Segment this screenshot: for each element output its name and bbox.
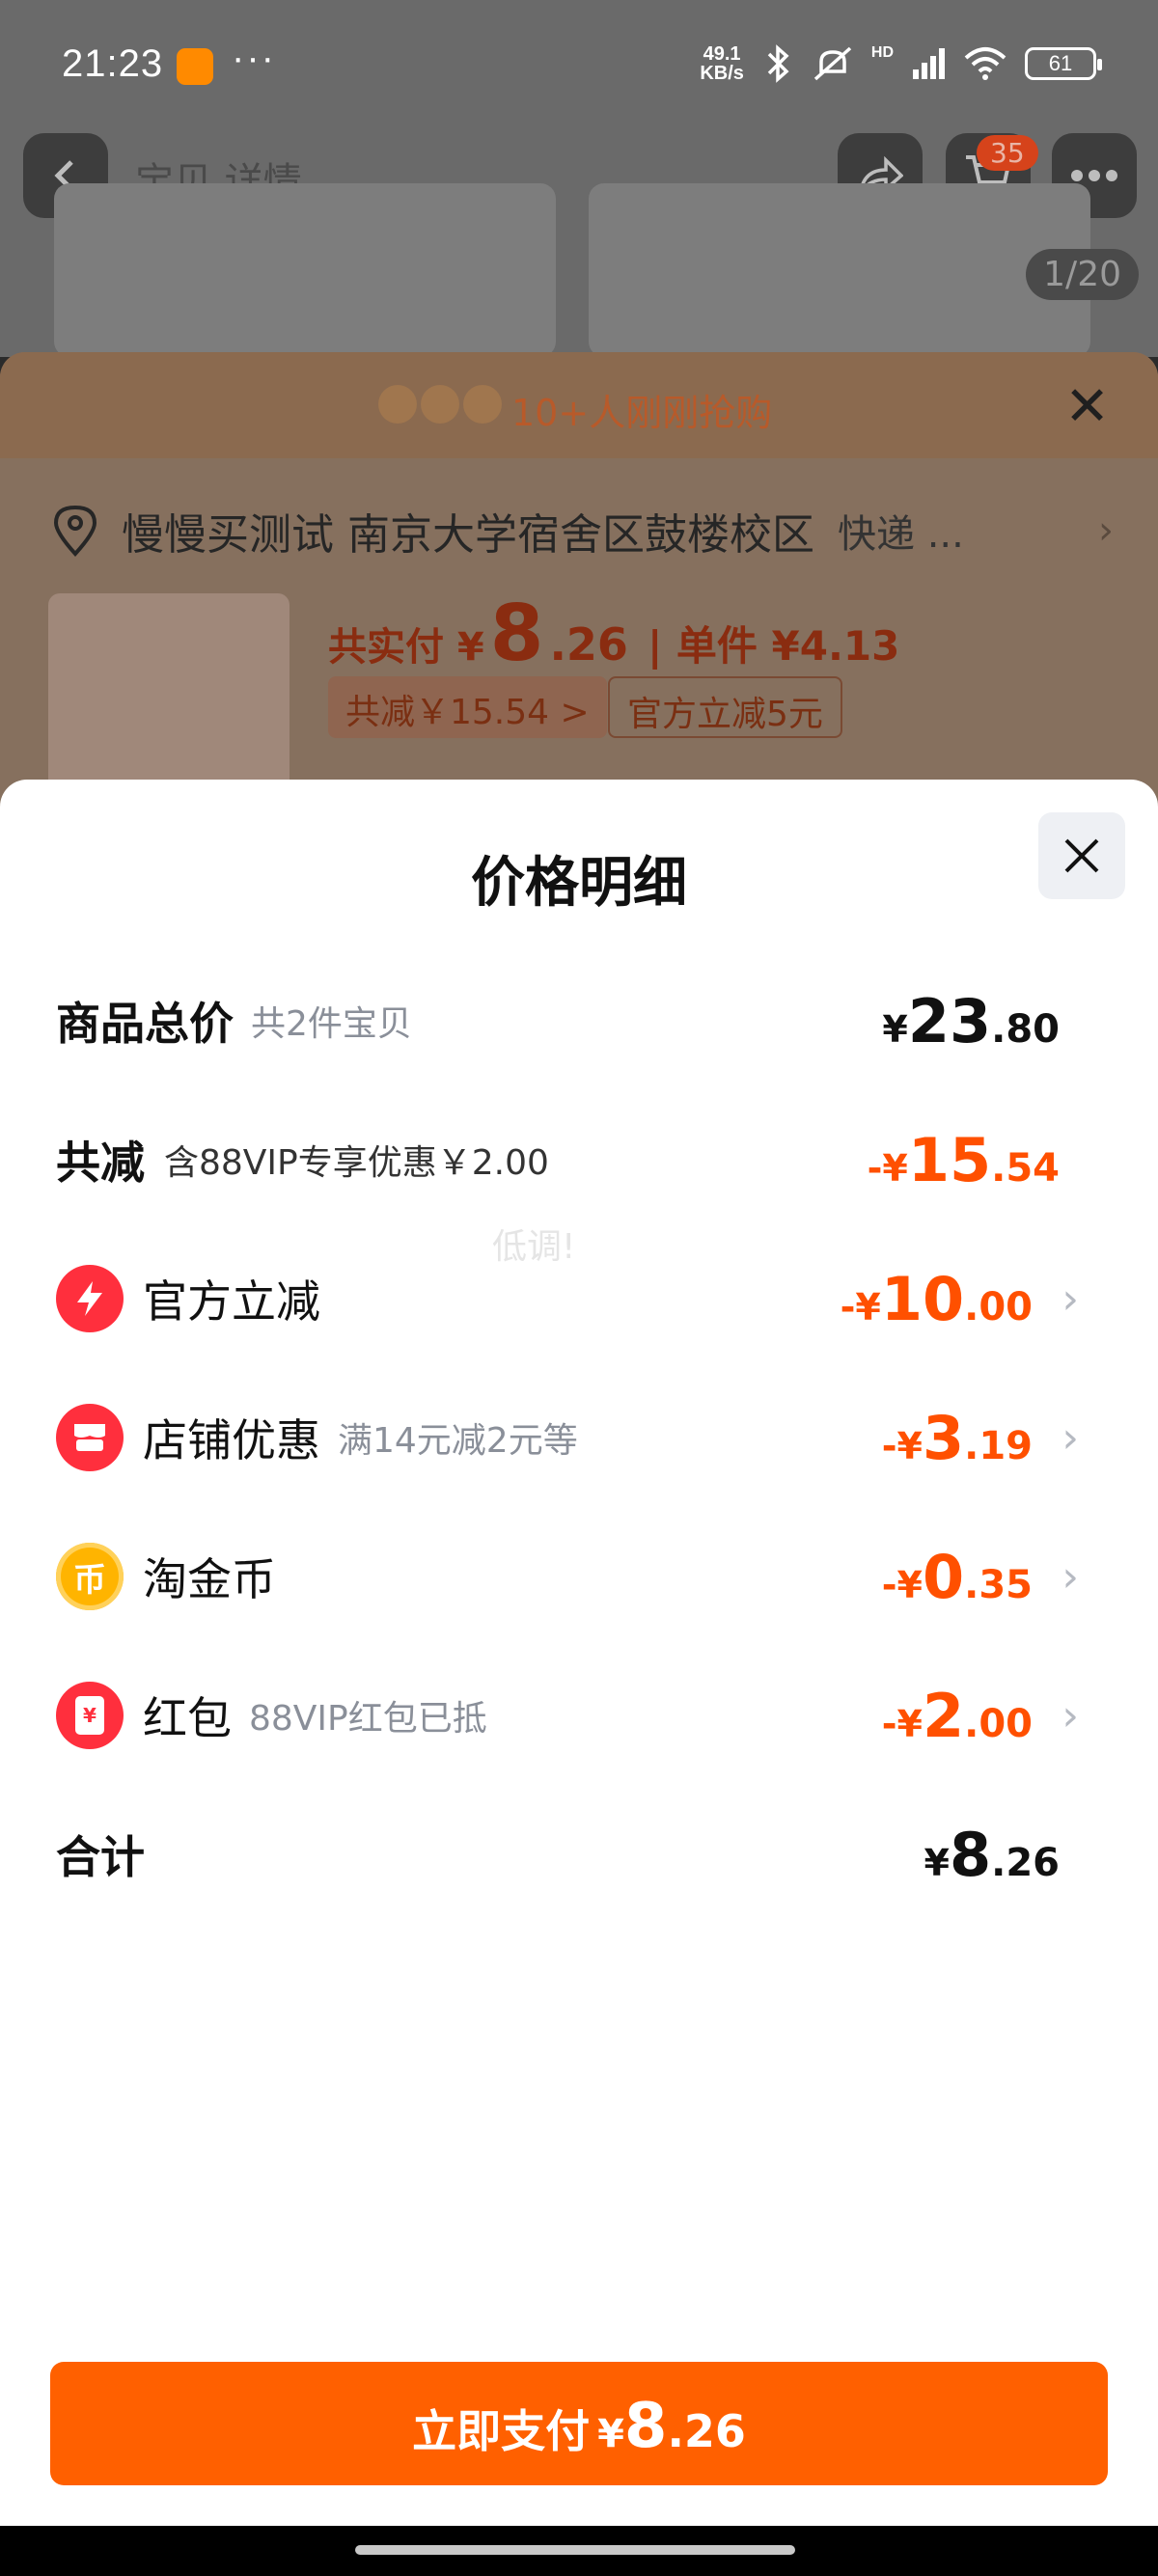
row-official-discount[interactable]: 官方立减 -¥ 10.00 › xyxy=(56,1260,1089,1337)
price-detail-sheet: 价格明细 低调! 商品总价 共2件宝贝 ¥23.80 共减 含88VIP专享优惠… xyxy=(0,780,1158,2526)
row-amount: -¥ 2.00 xyxy=(881,1680,1033,1751)
product-thumbnail xyxy=(48,593,290,806)
location-pin-icon xyxy=(53,505,97,557)
row-label: 商品总价 xyxy=(56,998,234,1050)
red-packet-icon: ¥ xyxy=(56,1682,124,1749)
close-icon[interactable]: ✕ xyxy=(1064,375,1110,438)
chevron-right-icon: › xyxy=(1098,508,1114,553)
gallery-image-card xyxy=(589,183,1090,357)
row-amount: -¥ 10.00 xyxy=(840,1263,1033,1334)
more-notifications-icon: ··· xyxy=(232,37,276,79)
gallery-image-card xyxy=(54,183,556,357)
delivery-mode: 快递 ... xyxy=(838,512,964,557)
row-amount: -¥ 3.19 xyxy=(881,1402,1033,1473)
row-label: 红包 xyxy=(143,1692,232,1744)
row-red-packet[interactable]: ¥ 红包 88VIP红包已抵 -¥ 2.00 › xyxy=(56,1677,1089,1754)
buyers-banner-text: 10+人刚刚抢购 xyxy=(511,392,773,434)
gallery-page-indicator: 1/20 xyxy=(1026,249,1139,300)
signal-icon xyxy=(913,48,945,79)
row-goods-total: 商品总价 共2件宝贝 ¥23.80 xyxy=(56,982,1089,1059)
mute-icon xyxy=(813,46,852,81)
row-sublabel: 满14元减2元等 xyxy=(338,1421,578,1461)
row-sublabel: 含88VIP专享优惠￥2.00 xyxy=(164,1143,549,1183)
network-speed: 49.1 KB/s xyxy=(700,43,744,84)
cart-count-badge: 35 xyxy=(977,135,1038,171)
close-sheet-button[interactable] xyxy=(1038,812,1125,899)
row-sublabel: 共2件宝贝 xyxy=(251,1004,412,1044)
lightning-icon xyxy=(56,1265,124,1332)
sheet-title: 价格明细 xyxy=(471,852,687,915)
row-taojinbi[interactable]: 币 淘金币 -¥ 0.35 › xyxy=(56,1538,1089,1615)
row-label: 淘金币 xyxy=(143,1553,276,1605)
close-icon xyxy=(1064,838,1099,873)
network-type: HD xyxy=(870,44,894,61)
home-indicator[interactable] xyxy=(355,2545,795,2555)
battery-indicator: 61 xyxy=(1025,47,1102,80)
row-sublabel: 88VIP红包已抵 xyxy=(249,1699,487,1739)
purchase-panel: 10+人刚刚抢购 ✕ 慢慢买测试 南京大学宿舍区鼓楼校区 快递 ... › 共实… xyxy=(0,352,1158,806)
chevron-right-icon: › xyxy=(1062,1551,1079,1602)
chevron-right-icon: › xyxy=(1062,1690,1079,1740)
row-grand-total: 合计 ¥8.26 xyxy=(56,1816,1089,1893)
row-label: 合计 xyxy=(56,1831,145,1883)
official-discount-tag: 官方立减5元 xyxy=(608,676,842,738)
row-amount: -¥ 15.54 xyxy=(867,1124,1060,1195)
chevron-right-icon: › xyxy=(1062,1274,1079,1324)
row-amount: ¥8.26 xyxy=(924,1819,1060,1890)
row-amount: -¥ 0.35 xyxy=(881,1541,1033,1612)
status-bar: 21:23 ··· 49.1 KB/s HD 61 xyxy=(0,0,1158,111)
buyer-avatars xyxy=(378,385,502,424)
row-label: 官方立减 xyxy=(143,1275,320,1328)
address-text: 慢慢买测试 南京大学宿舍区鼓楼校区 xyxy=(122,510,814,560)
status-indicators: 49.1 KB/s HD 61 xyxy=(700,43,1102,84)
total-savings-tag[interactable]: 共减￥15.54 > xyxy=(328,676,607,738)
total-price-line: 共实付 ¥ 8 .26 | 单件 ¥4.13 xyxy=(328,589,900,678)
system-navigation-bar xyxy=(0,2526,1158,2576)
status-time: 21:23 xyxy=(62,42,164,85)
bluetooth-icon xyxy=(767,44,789,83)
wifi-icon xyxy=(964,47,1006,80)
chevron-right-icon: › xyxy=(1062,1412,1079,1463)
pay-now-button[interactable]: 立即支付 ¥ 8 .26 xyxy=(50,2362,1108,2485)
buyers-banner: 10+人刚刚抢购 ✕ xyxy=(0,352,1158,458)
address-row[interactable]: 慢慢买测试 南京大学宿舍区鼓楼校区 快递 ... › xyxy=(52,497,1114,564)
row-amount: ¥23.80 xyxy=(882,985,1060,1056)
row-total-discount: 共减 含88VIP专享优惠￥2.00 -¥ 15.54 xyxy=(56,1121,1089,1198)
more-icon xyxy=(1071,170,1117,181)
coin-icon: 币 xyxy=(56,1543,124,1610)
row-label: 共减 xyxy=(56,1137,145,1189)
notification-app-icon xyxy=(177,48,213,85)
shop-icon xyxy=(56,1404,124,1471)
row-label: 店铺优惠 xyxy=(143,1414,320,1466)
row-shop-discount[interactable]: 店铺优惠 满14元减2元等 -¥ 3.19 › xyxy=(56,1399,1089,1476)
